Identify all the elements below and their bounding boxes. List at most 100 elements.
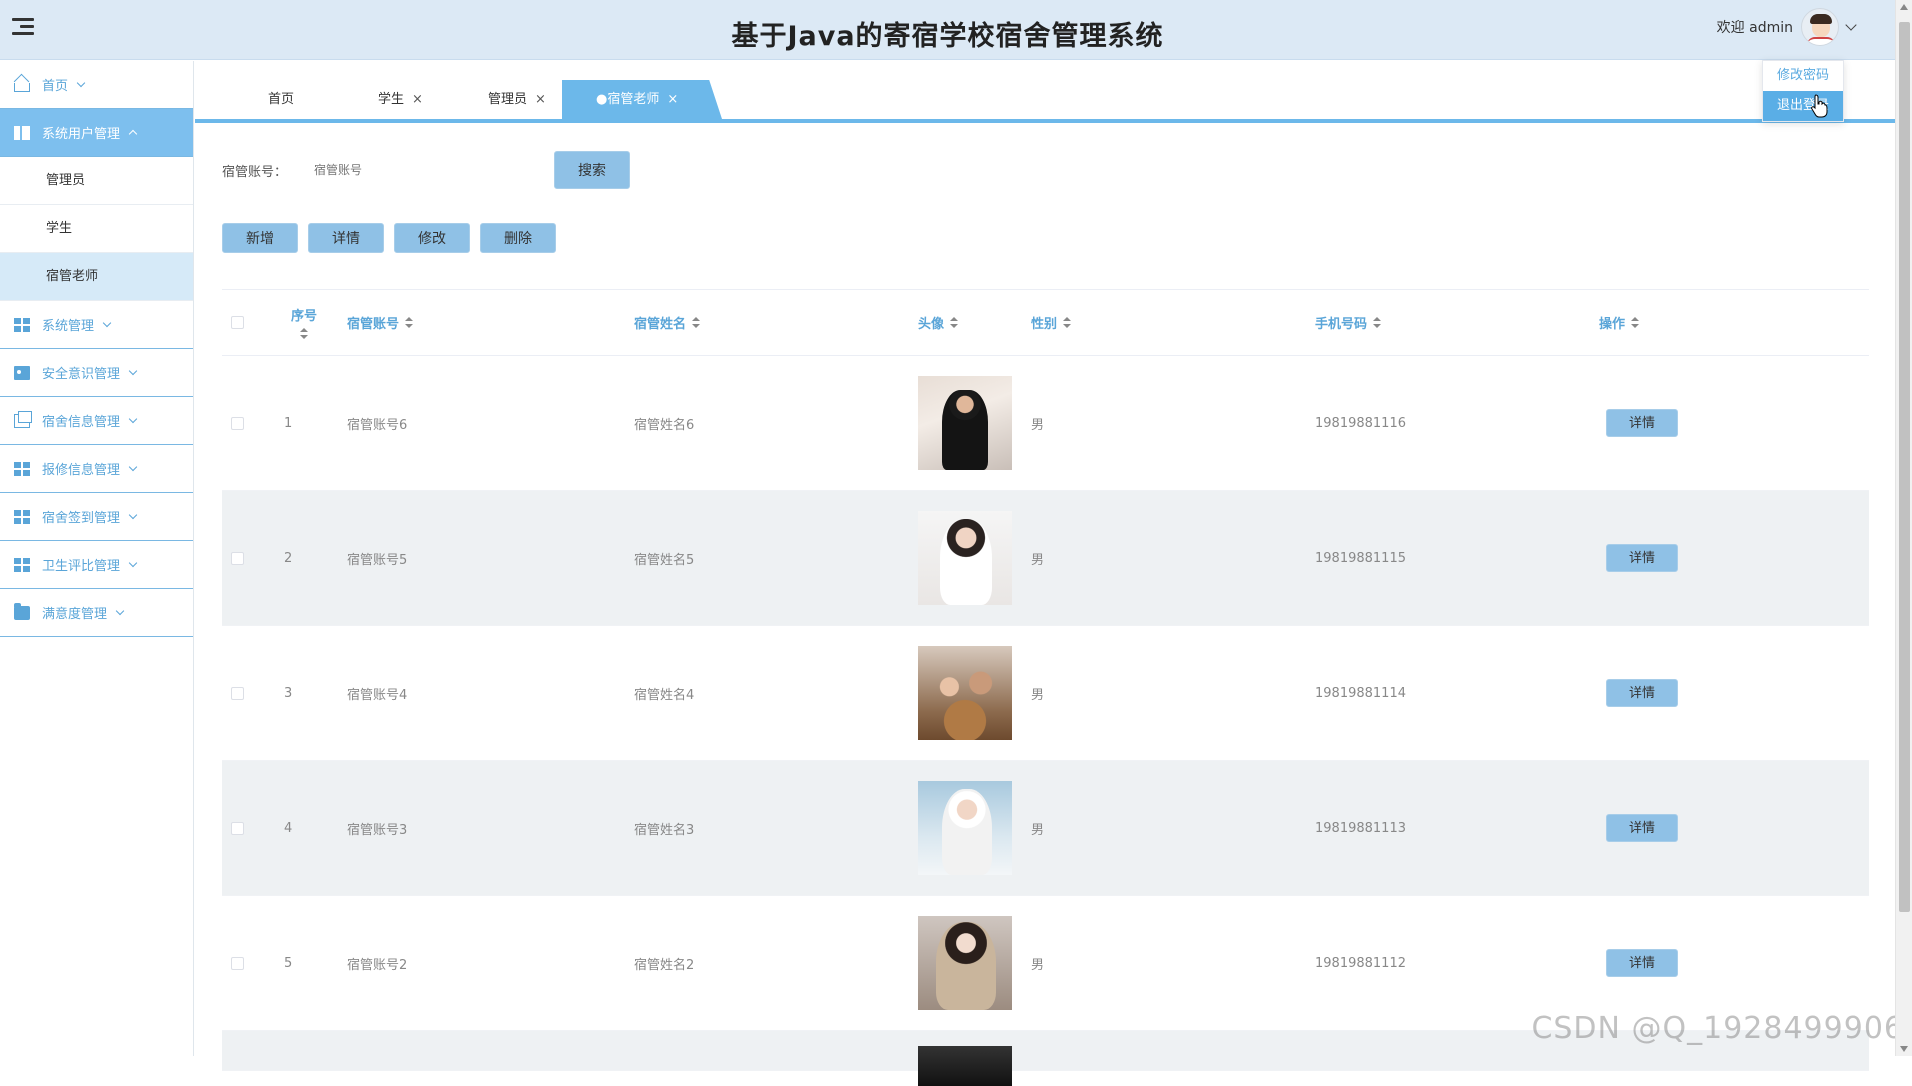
row-detail-button[interactable]: 详情 [1606, 409, 1678, 437]
grid-icon [14, 510, 30, 524]
chevron-down-icon [129, 414, 137, 422]
row-sex: 男 [1031, 549, 1315, 568]
scroll-down-icon[interactable] [1900, 1046, 1908, 1052]
delete-button[interactable]: 删除 [480, 223, 556, 253]
detail-button[interactable]: 详情 [308, 223, 384, 253]
home-icon [14, 83, 30, 92]
sort-icon[interactable] [1631, 317, 1639, 329]
logout-item[interactable]: 退出登录 [1763, 91, 1843, 121]
table-row: 3 宿管账号4 宿管姓名4 男 19819881114 详情 [222, 626, 1869, 761]
table-row: 2 宿管账号5 宿管姓名5 男 19819881115 详情 [222, 491, 1869, 626]
sidebar-item-safety[interactable]: 安全意识管理 [0, 349, 193, 397]
sort-icon[interactable] [950, 317, 958, 329]
sort-icon[interactable] [1063, 317, 1071, 329]
scroll-up-icon[interactable] [1900, 4, 1908, 10]
row-sex: 男 [1031, 684, 1315, 703]
avatar[interactable] [1801, 8, 1839, 46]
avatar-photo [918, 916, 1012, 1010]
sidebar-item-dorm-info[interactable]: 宿舍信息管理 [0, 397, 193, 445]
column-header-index[interactable]: 序号 [284, 305, 324, 340]
chevron-down-icon[interactable] [1845, 19, 1856, 30]
picture-icon [14, 366, 30, 380]
search-label: 宿管账号： [222, 161, 314, 180]
sidebar-item-repair[interactable]: 报修信息管理 [0, 445, 193, 493]
row-sex: 男 [1031, 954, 1315, 973]
select-all-checkbox[interactable] [231, 316, 244, 329]
sidebar-item-hygiene[interactable]: 卫生评比管理 [0, 541, 193, 589]
sidebar-item-checkin[interactable]: 宿舍签到管理 [0, 493, 193, 541]
search-button[interactable]: 搜索 [554, 151, 630, 189]
chevron-down-icon [116, 606, 124, 614]
row-sex: 男 [1031, 819, 1315, 838]
sidebar-item-system-users[interactable]: 系统用户管理 [0, 109, 193, 157]
row-index: 1 [284, 416, 347, 431]
copy-icon [14, 414, 30, 428]
sidebar-item-student[interactable]: 学生 [0, 205, 193, 253]
row-account: 宿管账号2 [347, 954, 634, 973]
table-row: 1 宿管账号6 宿管姓名6 男 19819881116 详情 [222, 356, 1869, 491]
avatar-photo [918, 376, 1012, 470]
action-toolbar: 新增 详情 修改 删除 [222, 223, 556, 253]
tab-home[interactable]: 首页 [268, 80, 294, 119]
sidebar-item-system-management[interactable]: 系统管理 [0, 301, 193, 349]
chevron-down-icon [129, 558, 137, 566]
sort-icon[interactable] [1373, 317, 1381, 329]
row-checkbox[interactable] [231, 957, 244, 970]
row-checkbox[interactable] [231, 552, 244, 565]
close-icon[interactable]: × [667, 92, 678, 107]
change-password-item[interactable]: 修改密码 [1763, 61, 1843, 91]
row-index: 5 [284, 956, 347, 971]
user-box[interactable]: 欢迎 admin [1717, 8, 1855, 46]
row-checkbox[interactable] [231, 417, 244, 430]
tab-student[interactable]: 学生× [378, 80, 423, 119]
chevron-down-icon [129, 462, 137, 470]
sidebar-item-home[interactable]: 首页 [0, 61, 193, 109]
tab-dorm-teacher[interactable]: ●宿管老师× [562, 80, 722, 119]
row-phone: 19819881113 [1315, 821, 1599, 836]
column-header-name[interactable]: 宿管姓名 [634, 313, 918, 332]
sort-icon[interactable] [300, 328, 308, 340]
row-detail-button[interactable]: 详情 [1606, 679, 1678, 707]
sort-icon[interactable] [692, 317, 700, 329]
page-scrollbar[interactable] [1895, 0, 1912, 1056]
search-input[interactable] [314, 152, 524, 188]
row-detail-button[interactable]: 详情 [1606, 814, 1678, 842]
grid-icon [14, 318, 30, 332]
table-header: 序号 宿管账号 宿管姓名 头像 性别 手机号码 操作 [222, 290, 1869, 356]
chevron-down-icon [129, 366, 137, 374]
chevron-down-icon [103, 318, 111, 326]
search-row: 宿管账号： 搜索 [222, 151, 630, 189]
user-dropdown-menu: 修改密码 退出登录 [1762, 60, 1844, 122]
hand-cursor-icon [1810, 94, 1828, 118]
add-button[interactable]: 新增 [222, 223, 298, 253]
avatar-photo [918, 511, 1012, 605]
row-index: 3 [284, 686, 347, 701]
page-title: 基于Java的寄宿学校宿舍管理系统 [0, 14, 1895, 53]
tab-admin[interactable]: 管理员× [488, 80, 546, 119]
row-account: 宿管账号5 [347, 549, 634, 568]
chevron-up-icon [129, 130, 137, 138]
row-name: 宿管姓名4 [634, 684, 918, 703]
row-detail-button[interactable]: 详情 [1606, 949, 1678, 977]
row-name: 宿管姓名2 [634, 954, 918, 973]
sidebar-item-satisfaction[interactable]: 满意度管理 [0, 589, 193, 637]
close-icon[interactable]: × [535, 92, 546, 107]
row-detail-button[interactable]: 详情 [1606, 544, 1678, 572]
row-index: 4 [284, 821, 347, 836]
row-index: 2 [284, 551, 347, 566]
column-header-sex[interactable]: 性别 [1031, 313, 1315, 332]
close-icon[interactable]: × [412, 92, 423, 107]
sidebar-item-admin[interactable]: 管理员 [0, 157, 193, 205]
column-header-phone[interactable]: 手机号码 [1315, 313, 1599, 332]
column-header-operation[interactable]: 操作 [1599, 313, 1869, 332]
scrollbar-thumb[interactable] [1899, 22, 1910, 912]
column-header-account[interactable]: 宿管账号 [347, 313, 634, 332]
row-account: 宿管账号6 [347, 414, 634, 433]
folder-icon [14, 606, 30, 620]
row-checkbox[interactable] [231, 822, 244, 835]
sort-icon[interactable] [405, 317, 413, 329]
row-checkbox[interactable] [231, 687, 244, 700]
edit-button[interactable]: 修改 [394, 223, 470, 253]
column-header-avatar[interactable]: 头像 [918, 313, 1031, 332]
sidebar-item-dorm-teacher[interactable]: 宿管老师 [0, 253, 193, 301]
